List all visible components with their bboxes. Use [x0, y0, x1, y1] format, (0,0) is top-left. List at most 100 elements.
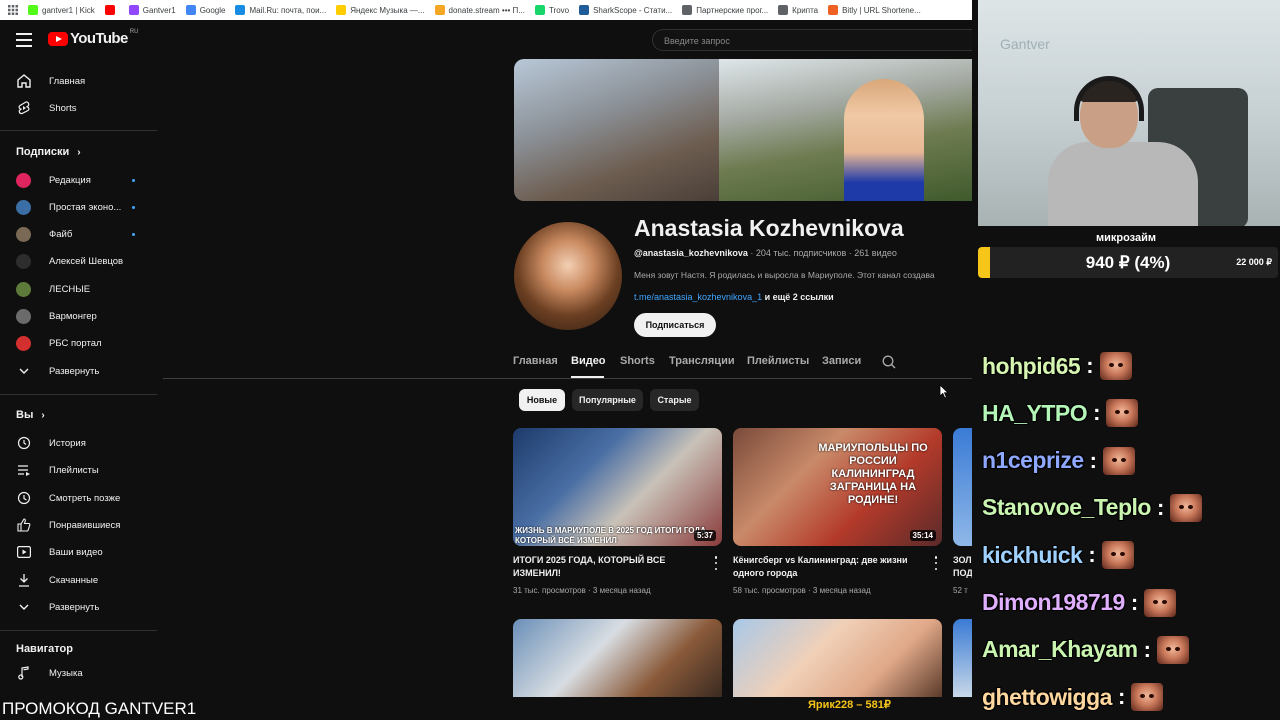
sidebar-subscription[interactable]: Алексей Шевцов: [16, 252, 123, 272]
channel-description[interactable]: Меня зовут Настя. Я родилась и выросла в…: [634, 270, 972, 280]
video-title[interactable]: Кёнигсберг vs Калининград: две жизни одн…: [733, 554, 928, 580]
chat-message: kickhuick:: [982, 537, 1134, 573]
sidebar-item-shorts[interactable]: Shorts: [16, 98, 76, 118]
chat-emote-icon: [1144, 588, 1177, 617]
sidebar-item-label: Редакция: [49, 174, 91, 186]
sidebar-item-label: Главная: [49, 75, 86, 87]
tab-shorts[interactable]: Shorts: [620, 355, 655, 367]
chip-oldest[interactable]: Старые: [650, 389, 699, 411]
tab-posts[interactable]: Записи: [822, 355, 861, 367]
video-title[interactable]: ИТОГИ 2025 ГОДА, КОТОРЫЙ ВСЕ ИЗМЕНИЛ!: [513, 554, 708, 580]
sidebar-expand-you[interactable]: Развернуть: [16, 597, 99, 617]
banner-ruins-image: [514, 59, 719, 201]
sidebar-item-label: Вармонгер: [49, 311, 97, 322]
bookmark-item[interactable]: gantver1 | Kick: [28, 5, 95, 15]
last-donation: Ярик228 – 581₽: [808, 699, 891, 711]
bookmark-item[interactable]: SharkScope - Стати...: [579, 5, 672, 15]
video-thumbnail[interactable]: [513, 619, 722, 697]
sidebar-item-your-videos[interactable]: Ваши видео: [16, 542, 103, 562]
donation-progress-bar: 940 ₽ (4%) 22 000 ₽: [978, 247, 1278, 278]
sidebar-divider: [0, 630, 157, 631]
region-code: RU: [129, 28, 139, 35]
bookmark-item[interactable]: Mail.Ru: почта, пои...: [235, 5, 326, 15]
sharkscope-icon: [579, 5, 590, 15]
sidebar-item-history[interactable]: История: [16, 433, 86, 453]
navigator-heading: Навигатор: [16, 643, 73, 655]
menu-icon[interactable]: [16, 33, 32, 47]
youtube-logo[interactable]: YouTube RU: [48, 28, 139, 47]
chat-separator: :: [1156, 494, 1165, 520]
your-videos-icon: [16, 544, 32, 560]
sidebar-subscription[interactable]: Редакция: [16, 170, 91, 190]
bookmark-label: SharkScope - Стати...: [593, 5, 673, 15]
sidebar-item-liked[interactable]: Понравившиеся: [16, 515, 120, 535]
bookmark-item[interactable]: Крипта: [778, 5, 818, 15]
search-icon[interactable]: [882, 355, 896, 369]
video-thumbnail[interactable]: [733, 619, 942, 697]
bookmark-label: Bitly | URL Shortene...: [842, 5, 921, 15]
sidebar-subscription[interactable]: Простая эконо...: [16, 197, 121, 217]
chat-message: Dimon198719:: [982, 585, 1177, 621]
sidebar-item-watch-later[interactable]: Смотреть позже: [16, 488, 120, 508]
sidebar-item-downloads[interactable]: Скачанные: [16, 570, 98, 590]
bookmark-item[interactable]: Партнерские прог...: [682, 5, 768, 15]
sidebar-subscription[interactable]: Файб: [16, 225, 72, 245]
donation-current: 940 ₽ (4%): [1085, 253, 1171, 272]
channel-more-links[interactable]: и ещё 2 ссылки: [765, 292, 834, 302]
bookmark-item[interactable]: Trovo: [534, 5, 569, 15]
video-title[interactable]: ЗОЛ ПОД: [953, 554, 972, 580]
chip-popular[interactable]: Популярные: [572, 389, 643, 411]
bookmark-item[interactable]: Gantver1: [128, 5, 176, 15]
bookmark-label: Gantver1: [142, 5, 176, 15]
you-heading[interactable]: Вы ›: [16, 409, 45, 421]
new-content-dot: [132, 233, 135, 237]
bookmark-item[interactable]: Яндекс Музыка —...: [336, 5, 425, 15]
bookmark-label: Яндекс Музыка —...: [350, 5, 425, 15]
sidebar-subscription[interactable]: Вармонгер: [16, 307, 97, 327]
bookmark-item[interactable]: Bitly | URL Shortene...: [828, 5, 921, 15]
search-input[interactable]: Введите запрос: [652, 29, 972, 51]
channel-link[interactable]: t.me/anastasia_kozhevnikova_1: [634, 292, 762, 302]
webcam-feed: Gantver: [978, 0, 1280, 226]
video-thumbnail[interactable]: [953, 619, 972, 697]
video-thumbnail[interactable]: ЖИЗНЬ В МАРИУПОЛЕ В 2025 ГОД ИТОГИ ГОДА,…: [513, 428, 722, 546]
tab-videos[interactable]: Видео: [571, 355, 606, 367]
sidebar-item-label: Файб: [49, 229, 73, 241]
tab-live[interactable]: Трансляции: [669, 355, 735, 367]
chevron-down-icon: [16, 599, 32, 615]
sidebar-expand-subscriptions[interactable]: Развернуть: [16, 361, 99, 381]
donation-goal-title: микрозайм: [1095, 232, 1157, 244]
bookmark-item[interactable]: Google: [185, 5, 225, 15]
sidebar-item-label: Алексей Шевцов: [49, 256, 124, 268]
new-content-dot: [132, 205, 135, 209]
sidebar-item-label: Понравившиеся: [49, 519, 121, 531]
tab-playlists[interactable]: Плейлисты: [747, 355, 809, 367]
chat-username: hohpid65: [982, 352, 1081, 379]
sidebar-item-playlists[interactable]: Плейлисты: [16, 460, 99, 480]
chip-newest[interactable]: Новые: [519, 389, 565, 411]
history-icon: [16, 435, 32, 451]
apps-grid-icon[interactable]: [8, 5, 18, 15]
subscriptions-heading[interactable]: Подписки ›: [16, 146, 81, 158]
more-options-icon[interactable]: [931, 556, 941, 570]
chat-separator: :: [1089, 447, 1097, 473]
chat-emote-icon: [1131, 683, 1164, 712]
sidebar-item-label: Смотреть позже: [49, 492, 121, 504]
video-thumbnail[interactable]: [953, 428, 972, 546]
more-options-icon[interactable]: [711, 556, 721, 570]
video-thumbnail[interactable]: МАРИУПОЛЬЦЫ ПО РОССИИ КАЛИНИНГРАД ЗАГРАН…: [733, 428, 942, 546]
tab-home[interactable]: Главная: [513, 355, 558, 367]
subscribe-button[interactable]: Подписаться: [634, 313, 716, 337]
sidebar-subscription[interactable]: РБС портал: [16, 334, 102, 354]
channel-video-count: 261 видео: [854, 248, 897, 258]
sidebar-item-home[interactable]: Главная: [16, 71, 85, 91]
bookmark-item[interactable]: donate.stream ••• П...: [434, 5, 525, 15]
download-icon: [16, 572, 32, 588]
channel-avatar-icon: [16, 336, 31, 352]
sidebar-item-music[interactable]: Музыка: [16, 663, 83, 683]
twitch-icon: [128, 5, 139, 15]
channel-avatar-icon: [16, 199, 31, 215]
sidebar-subscription[interactable]: ЛЕСНЫЕ: [16, 279, 90, 299]
channel-avatar[interactable]: [514, 222, 622, 330]
bookmark-item[interactable]: [104, 5, 119, 15]
